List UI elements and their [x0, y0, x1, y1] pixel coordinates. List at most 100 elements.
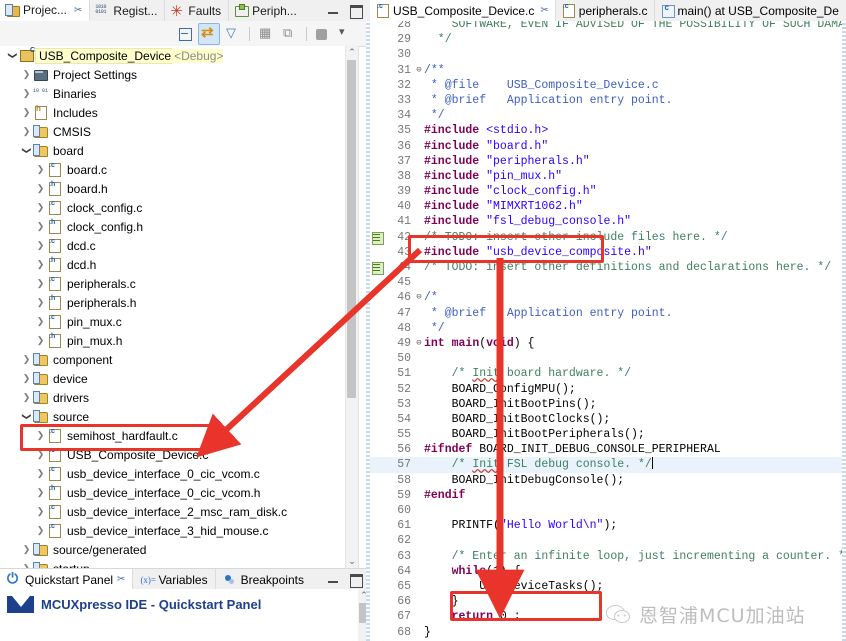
scroll-down-icon[interactable]: ⌄: [346, 555, 358, 568]
source-code-view[interactable]: 28 SOFTWARE, EVEN IF ADVISED OF THE POSS…: [370, 21, 846, 641]
chevron-right-icon[interactable]: ❯: [34, 183, 47, 194]
code-line[interactable]: 56 #ifndef BOARD_INIT_DEBUG_CONSOLE_PERIP…: [370, 442, 846, 457]
code-line[interactable]: 46 ⊖/*: [370, 290, 846, 305]
tab-registers[interactable]: 1010 0101 Regist...: [90, 0, 166, 21]
tree-item-clock-config-h[interactable]: ❯ clock_config.h: [0, 217, 358, 236]
tree-item-board[interactable]: ❯ board: [0, 141, 358, 160]
tree-item-startup[interactable]: ❯startup: [0, 559, 358, 568]
tree-scrollbar[interactable]: ⌃ ⌄: [345, 46, 358, 568]
code-line[interactable]: 28 SOFTWARE, EVEN IF ADVISED OF THE POSS…: [370, 21, 846, 32]
editor-tab-peripherals[interactable]: peripherals.c: [556, 0, 655, 21]
code-line[interactable]: 34 */: [370, 108, 846, 123]
tree-item-peripherals-h[interactable]: ❯ peripherals.h: [0, 293, 358, 312]
tree-item-peripherals-c[interactable]: ❯ peripherals.c: [0, 274, 358, 293]
chevron-right-icon[interactable]: ❯: [34, 240, 47, 251]
chevron-right-icon[interactable]: ❯: [34, 316, 47, 327]
tab-faults[interactable]: Faults: [165, 0, 230, 21]
code-line[interactable]: 32 * @file USB_Composite_Device.c: [370, 78, 846, 93]
code-line[interactable]: 41 #include "fsl_debug_console.h": [370, 214, 846, 229]
editor-tab-usb-composite-device[interactable]: USB_Composite_Device.c ✂: [370, 0, 556, 21]
chevron-down-icon[interactable]: ❯: [21, 144, 32, 157]
code-line[interactable]: 29 */: [370, 32, 846, 47]
code-line[interactable]: 38 #include "pin_mux.h": [370, 169, 846, 184]
tree-item-usb-composite-device-c[interactable]: ❯ USB_Composite_Device.c: [0, 445, 358, 464]
code-line[interactable]: 57 /* Init FSL debug console. */: [370, 457, 846, 473]
code-line[interactable]: 39 #include "clock_config.h": [370, 184, 846, 199]
swatch-dropdown-button[interactable]: [336, 23, 352, 45]
chevron-right-icon[interactable]: ❯: [34, 468, 47, 479]
chevron-right-icon[interactable]: ❯: [20, 107, 33, 118]
chevron-right-icon[interactable]: ❯: [34, 297, 47, 308]
chevron-right-icon[interactable]: ❯: [20, 69, 33, 80]
code-line[interactable]: 37 #include "peripherals.h": [370, 154, 846, 169]
code-line[interactable]: 58 BOARD_InitDebugConsole();: [370, 473, 846, 488]
fold-collapse-icon[interactable]: ⊖: [414, 290, 424, 305]
tree-item-semihost-hardfault-c[interactable]: ❯ semihost_hardfault.c: [0, 426, 358, 445]
grid-button[interactable]: [255, 23, 277, 45]
tree-item-usb-device-interface-0-cic-vcom-h[interactable]: ❯ usb_device_interface_0_cic_vcom.h: [0, 483, 358, 502]
code-line[interactable]: 30: [370, 47, 846, 62]
code-line[interactable]: 55 BOARD_InitBootPeripherals();: [370, 427, 846, 442]
close-icon[interactable]: ✂: [117, 574, 125, 585]
fold-collapse-icon[interactable]: ⊖: [414, 336, 424, 351]
chain-button[interactable]: [279, 23, 301, 45]
code-line[interactable]: 60: [370, 503, 846, 518]
chevron-right-icon[interactable]: ❯: [20, 88, 33, 99]
tree-item-usb-device-interface-2-msc-ram-disk-c[interactable]: ❯ usb_device_interface_2_msc_ram_disk.c: [0, 502, 358, 521]
tree-item-usb-device-interface-3-hid-mouse-c[interactable]: ❯ usb_device_interface_3_hid_mouse.c: [0, 521, 358, 540]
maximize-icon[interactable]: [349, 573, 363, 588]
tab-quickstart-panel[interactable]: Quickstart Panel ✂: [0, 569, 134, 590]
chevron-right-icon[interactable]: ❯: [34, 335, 47, 346]
collapse-all-button[interactable]: [174, 23, 196, 45]
code-line[interactable]: 52 BOARD_ConfigMPU();: [370, 382, 846, 397]
fold-collapse-icon[interactable]: ⊖: [414, 63, 424, 78]
tree-item-usb-device-interface-0-cic-vcom-c[interactable]: ❯ usb_device_interface_0_cic_vcom.c: [0, 464, 358, 483]
tree-item-project-settings[interactable]: ❯ Project Settings: [0, 65, 358, 84]
scroll-up-icon[interactable]: ⌃: [346, 46, 358, 59]
tree-item-source[interactable]: ❯ source: [0, 407, 358, 426]
code-line[interactable]: 33 * @brief Application entry point.: [370, 93, 846, 108]
code-line[interactable]: 36 #include "board.h": [370, 139, 846, 154]
code-line[interactable]: 40 #include "MIMXRT1062.h": [370, 199, 846, 214]
chevron-right-icon[interactable]: ❯: [34, 430, 47, 441]
code-line[interactable]: 54 BOARD_InitBootClocks();: [370, 412, 846, 427]
maximize-icon[interactable]: [349, 4, 363, 19]
code-line[interactable]: 50: [370, 351, 846, 366]
tree-item-board-h[interactable]: ❯ board.h: [0, 179, 358, 198]
tree-item-pin-mux-c[interactable]: ❯ pin_mux.c: [0, 312, 358, 331]
project-explorer-tree[interactable]: ❯ USB_Composite_Device<Debug> ❯ Project Set…: [0, 46, 359, 568]
chevron-down-icon[interactable]: ❯: [7, 49, 18, 62]
code-line[interactable]: 65 USB_DeviceTasks();: [370, 579, 846, 594]
code-line[interactable]: 53 BOARD_InitBootPins();: [370, 397, 846, 412]
code-line[interactable]: 47 * @brief Application entry point.: [370, 306, 846, 321]
code-line[interactable]: 35 #include <stdio.h>: [370, 123, 846, 138]
tree-item-binaries[interactable]: ❯ 10 01 Binaries: [0, 84, 358, 103]
tree-item-device[interactable]: ❯ device: [0, 369, 358, 388]
code-line[interactable]: 64 while(1) {: [370, 564, 846, 579]
tree-item-dcd-c[interactable]: ❯ dcd.c: [0, 236, 358, 255]
chevron-right-icon[interactable]: ❯: [20, 392, 33, 403]
code-line[interactable]: 31 ⊖/**: [370, 63, 846, 78]
code-line[interactable]: 61 PRINTF("Hello World\n");: [370, 518, 846, 533]
chevron-right-icon[interactable]: ❯: [34, 164, 47, 175]
tree-item-dcd-h[interactable]: ❯ dcd.h: [0, 255, 358, 274]
chevron-right-icon[interactable]: ❯: [34, 259, 47, 270]
code-line[interactable]: 44 /* TODO: insert other definitions and …: [370, 260, 846, 275]
scrollbar-thumb[interactable]: [347, 60, 356, 398]
code-line[interactable]: 45: [370, 275, 846, 290]
tree-item-includes[interactable]: ❯ Includes: [0, 103, 358, 122]
chevron-right-icon[interactable]: ❯: [34, 525, 47, 536]
tree-item-clock-config-c[interactable]: ❯ clock_config.c: [0, 198, 358, 217]
tree-item-pin-mux-h[interactable]: ❯ pin_mux.h: [0, 331, 358, 350]
chevron-right-icon[interactable]: ❯: [34, 487, 47, 498]
code-line[interactable]: 49 ⊖ int main(void) {: [370, 336, 846, 351]
filter-button[interactable]: [222, 23, 244, 45]
code-line[interactable]: 48 */: [370, 321, 846, 336]
chevron-right-icon[interactable]: ❯: [34, 221, 47, 232]
chevron-right-icon[interactable]: ❯: [34, 449, 47, 460]
tree-item-drivers[interactable]: ❯ drivers: [0, 388, 358, 407]
close-icon[interactable]: ✂: [540, 5, 548, 16]
chevron-right-icon[interactable]: ❯: [34, 506, 47, 517]
tab-project-explorer[interactable]: Projec... ✂: [0, 0, 91, 21]
code-line[interactable]: 51 /* Init board hardware. */: [370, 366, 846, 381]
